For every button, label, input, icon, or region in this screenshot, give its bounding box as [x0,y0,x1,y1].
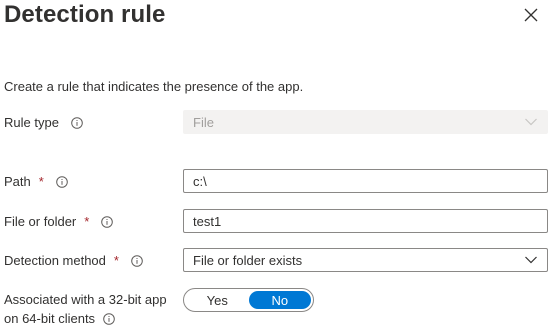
close-icon[interactable] [521,5,541,25]
rule-type-value: File [193,114,214,130]
bitness-label: Associated with a 32-bit app on 64-bit c… [4,290,167,328]
chevron-down-icon [525,118,537,126]
detection-method-label: Detection method [4,253,106,268]
info-icon[interactable] [71,116,83,129]
path-label-group: Path * [4,174,68,189]
bitness-toggle[interactable]: Yes No [183,288,314,312]
required-marker: * [113,253,119,268]
detection-method-label-group: Detection method * [4,253,143,268]
info-icon[interactable] [131,254,143,267]
file-or-folder-label-group: File or folder * [4,214,114,229]
info-icon[interactable] [103,312,115,325]
detection-method-value: File or folder exists [193,252,303,268]
panel-description: Create a rule that indicates the presenc… [4,79,304,94]
path-label: Path [4,174,31,189]
rule-type-select[interactable]: File [183,110,548,134]
file-or-folder-label: File or folder [4,214,77,229]
no-option[interactable]: No [248,291,311,309]
info-icon[interactable] [56,175,68,188]
bitness-label-line1: Associated with a 32-bit app [4,292,167,307]
path-input[interactable]: c:\ [183,169,548,193]
detection-method-select[interactable]: File or folder exists [183,248,548,272]
rule-type-label-group: Rule type [4,115,83,130]
required-marker: * [38,174,44,189]
file-or-folder-input[interactable]: test1 [183,209,548,233]
panel-title: Detection rule [4,1,166,28]
path-input-value: c:\ [193,173,207,189]
bitness-label-line2: on 64-bit clients [4,311,96,326]
info-icon[interactable] [101,215,114,228]
required-marker: * [84,214,90,229]
yes-option[interactable]: Yes [186,291,249,309]
rule-type-label: Rule type [4,115,59,130]
chevron-down-icon [525,256,537,264]
file-or-folder-input-value: test1 [193,213,222,229]
